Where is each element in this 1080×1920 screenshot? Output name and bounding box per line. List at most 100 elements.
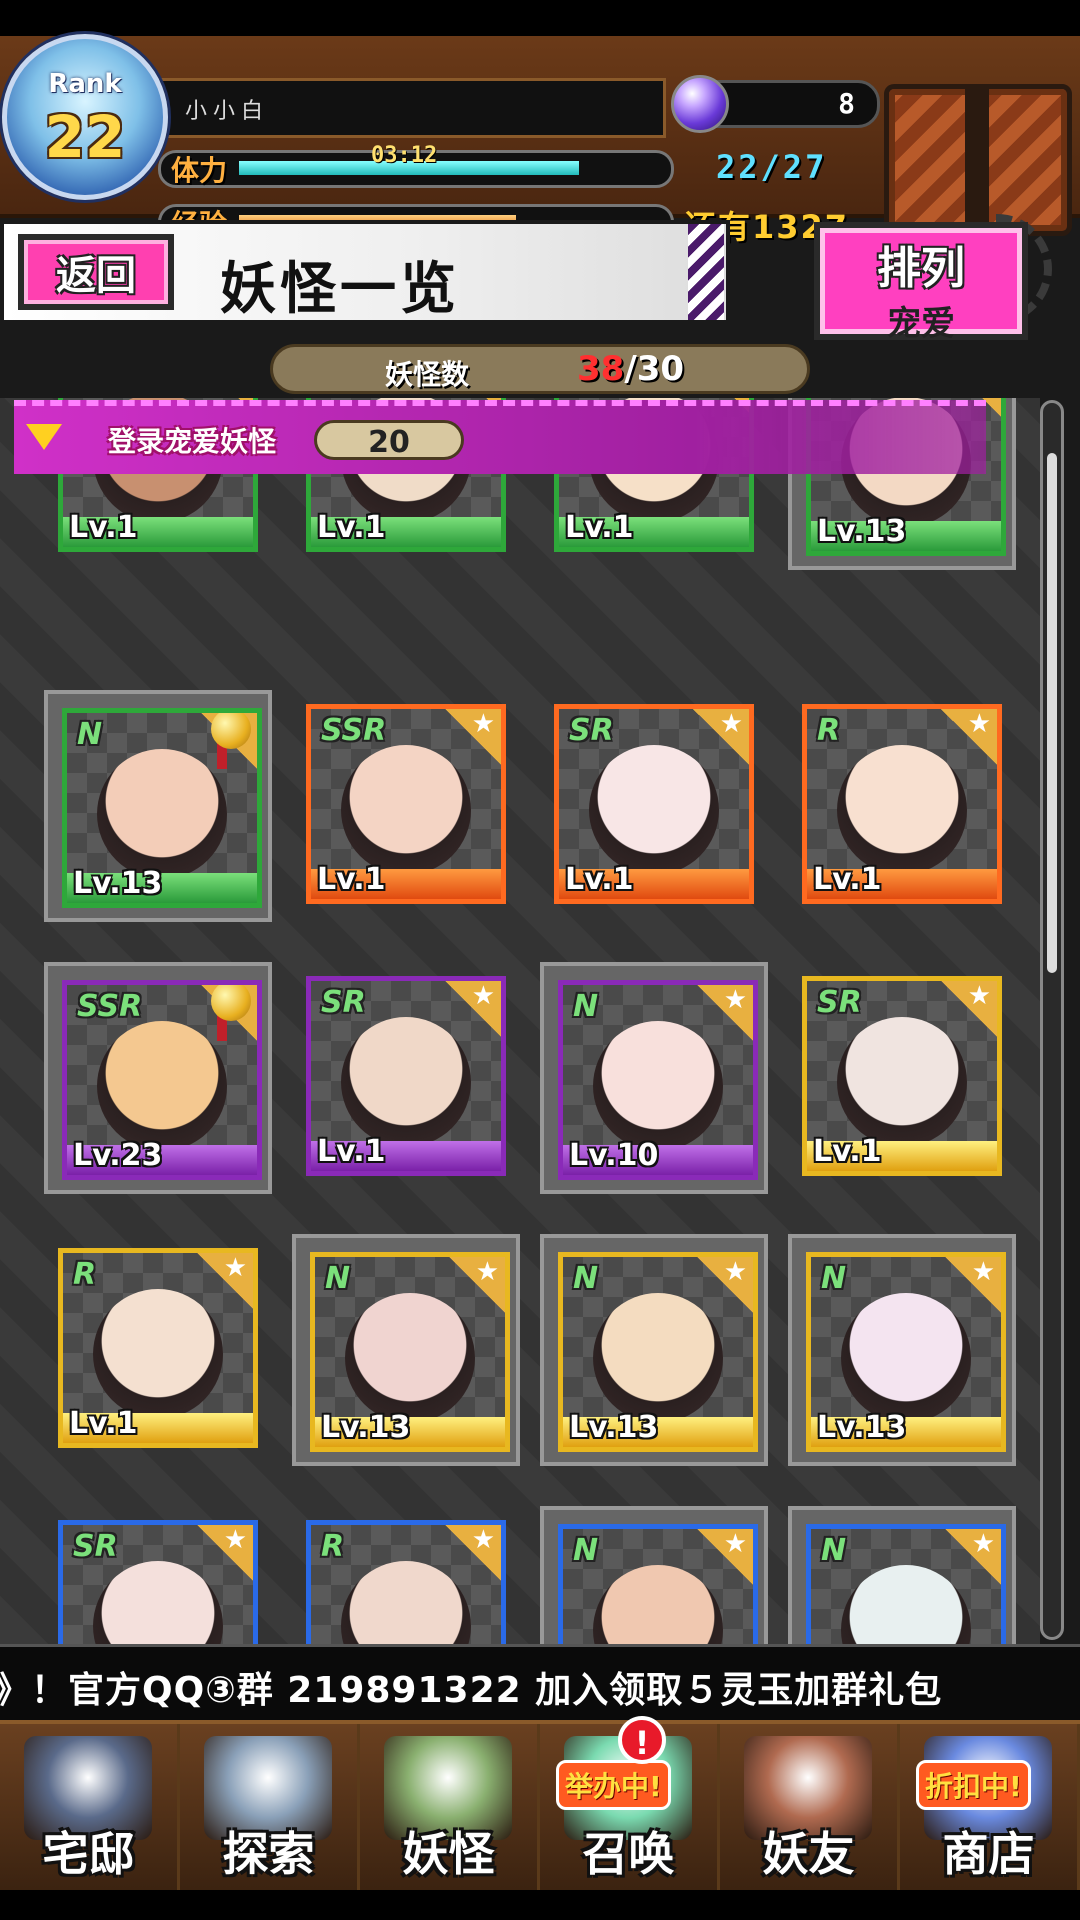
rarity-badge: N <box>821 1261 847 1296</box>
monster-level: Lv.13 <box>817 514 907 549</box>
rank-label: Rank <box>48 69 122 99</box>
monster-count-value: 38/30 <box>577 349 684 389</box>
favorite-star-icon: ★ <box>441 1525 501 1585</box>
nav-item[interactable]: 妖怪 <box>360 1724 540 1894</box>
monster-level: Lv.1 <box>69 1406 138 1441</box>
favorite-star-icon: ★ <box>693 985 753 1045</box>
monster-card[interactable]: ★ R Lv.1 <box>788 690 1016 922</box>
monster-card[interactable]: ★ R Lv.1 <box>44 1234 272 1466</box>
nav-label: 妖怪 <box>402 1827 495 1881</box>
gem-counter[interactable]: 8 <box>671 75 880 133</box>
monster-card-frame: ★ N Lv.13 <box>806 1252 1006 1452</box>
monster-card-frame: ★ R Lv.1 <box>802 704 1002 904</box>
rank-badge[interactable]: Rank 22 <box>2 34 168 200</box>
favorite-star-icon: ★ <box>941 1529 1001 1589</box>
back-button[interactable]: 返回 <box>18 234 174 310</box>
monster-level: Lv.10 <box>569 1138 659 1173</box>
monster-card[interactable]: ★ R <box>292 1506 520 1644</box>
monster-card[interactable]: ★ SSR Lv.23 <box>44 962 272 1194</box>
monster-grid: ★Lv.1★Lv.1★Lv.1★Lv.13★NLv.13★SSRLv.1★SRL… <box>0 398 1040 1644</box>
favorites-banner[interactable]: 登录宠爱妖怪 20 <box>14 400 986 474</box>
monster-card-frame: ★ SR Lv.1 <box>802 976 1002 1176</box>
monster-level: Lv.1 <box>317 1134 386 1169</box>
favorites-label: 登录宠爱妖怪 <box>108 425 277 458</box>
monster-card[interactable]: ★ SR Lv.1 <box>540 690 768 922</box>
system-nav-bar <box>0 1890 1080 1920</box>
monster-card[interactable]: ★ SR <box>44 1506 272 1644</box>
page-title: 妖怪一览 <box>220 256 460 322</box>
monster-card-frame: ★ SSR Lv.1 <box>306 704 506 904</box>
nav-label: 宅邸 <box>42 1827 135 1881</box>
favorite-star-icon: ★ <box>937 981 997 1041</box>
favorites-count: 20 <box>314 420 464 460</box>
monster-level: Lv.13 <box>817 1410 907 1445</box>
favorite-star-icon: ★ <box>441 981 501 1041</box>
scrollbar[interactable] <box>1040 400 1064 1640</box>
favorite-star-icon: ★ <box>941 1257 1001 1317</box>
monster-level: Lv.1 <box>317 862 386 897</box>
player-name: 小小白 <box>185 99 270 124</box>
nav-item[interactable]: 举办中!! 召唤 <box>540 1716 720 1894</box>
rarity-badge: SSR <box>77 989 143 1024</box>
monster-card-frame: ★ N Lv.13 <box>558 1252 758 1452</box>
rarity-badge: R <box>73 1257 97 1292</box>
nav-badge: 举办中! <box>556 1760 671 1810</box>
monster-level: Lv.13 <box>569 1410 659 1445</box>
announcement-ticker: 》！官方QQ③群 219891322 加入领取５灵玉加群礼包 <box>0 1644 1080 1723</box>
sort-title: 排列 <box>877 243 965 294</box>
monster-level: Lv.13 <box>321 1410 411 1445</box>
monster-count-bar: 妖怪数 38/30 <box>270 344 810 394</box>
monster-card[interactable]: ★ N <box>788 1506 1016 1644</box>
bottom-nav: 宅邸 探索 妖怪 举办中!! 召唤 妖友 折扣中! 商店 <box>0 1716 1080 1894</box>
rarity-badge: SR <box>569 713 614 748</box>
monster-card[interactable]: ★ SR Lv.1 <box>788 962 1016 1194</box>
collapse-triangle-icon[interactable] <box>26 424 62 450</box>
monster-card[interactable]: ★ N Lv.10 <box>540 962 768 1194</box>
gold-medal-icon <box>211 985 251 1043</box>
monster-card[interactable]: ★ N Lv.13 <box>540 1234 768 1466</box>
rarity-badge: N <box>573 989 599 1024</box>
rarity-badge: R <box>817 713 841 748</box>
rarity-badge: R <box>321 1529 345 1564</box>
chest-strap <box>965 89 989 231</box>
sort-value: 宠爱 <box>887 304 955 344</box>
monster-level: Lv.1 <box>813 1134 882 1169</box>
ticker-text: 》！官方QQ③群 219891322 加入领取５灵玉加群礼包 <box>0 1670 943 1711</box>
monster-level: Lv.1 <box>317 510 386 545</box>
rarity-badge: N <box>573 1533 599 1568</box>
monster-card[interactable]: ★ SSR Lv.1 <box>292 690 520 922</box>
alert-icon: ! <box>618 1716 666 1764</box>
nav-item[interactable]: 探索 <box>180 1724 360 1894</box>
monster-card[interactable]: ★ N Lv.13 <box>44 690 272 922</box>
monster-card[interactable]: ★ N Lv.13 <box>292 1234 520 1466</box>
rarity-badge: N <box>77 717 103 752</box>
favorite-star-icon: ★ <box>689 709 749 769</box>
nav-item[interactable]: 宅邸 <box>0 1724 180 1894</box>
stamina-value: 22/27 <box>716 148 828 186</box>
monster-card[interactable]: ★ N <box>540 1506 768 1644</box>
monster-card[interactable]: ★ N Lv.13 <box>788 1234 1016 1466</box>
gem-count: 8 <box>838 87 855 120</box>
nav-item[interactable]: 妖友 <box>720 1724 900 1894</box>
scroll-thumb[interactable] <box>1047 453 1057 973</box>
nav-badge: 折扣中! <box>916 1760 1031 1810</box>
favorite-star-icon: ★ <box>693 1529 753 1589</box>
nav-item[interactable]: 折扣中! 商店 <box>900 1724 1080 1894</box>
rarity-badge: SR <box>321 985 366 1020</box>
monster-level: Lv.13 <box>73 866 163 901</box>
monster-card-frame: ★ N <box>806 1524 1006 1644</box>
monster-card-frame: ★ R <box>306 1520 506 1644</box>
rarity-badge: N <box>821 1533 847 1568</box>
rarity-badge: SR <box>73 1529 118 1564</box>
sort-button[interactable]: 排列 宠爱 <box>814 222 1028 344</box>
monster-count-current: 38 <box>577 349 625 389</box>
rarity-badge: N <box>325 1261 351 1296</box>
monster-card[interactable]: ★ SR Lv.1 <box>292 962 520 1194</box>
rarity-badge: SSR <box>321 713 387 748</box>
monster-level: Lv.1 <box>813 862 882 897</box>
treasure-chest-icon[interactable] <box>884 84 1072 236</box>
rank-value: 22 <box>44 103 126 171</box>
title-bar: 返回 妖怪一览 <box>0 220 730 324</box>
player-name-box: 小小白 <box>152 78 666 138</box>
nav-label: 召唤 <box>582 1827 675 1881</box>
